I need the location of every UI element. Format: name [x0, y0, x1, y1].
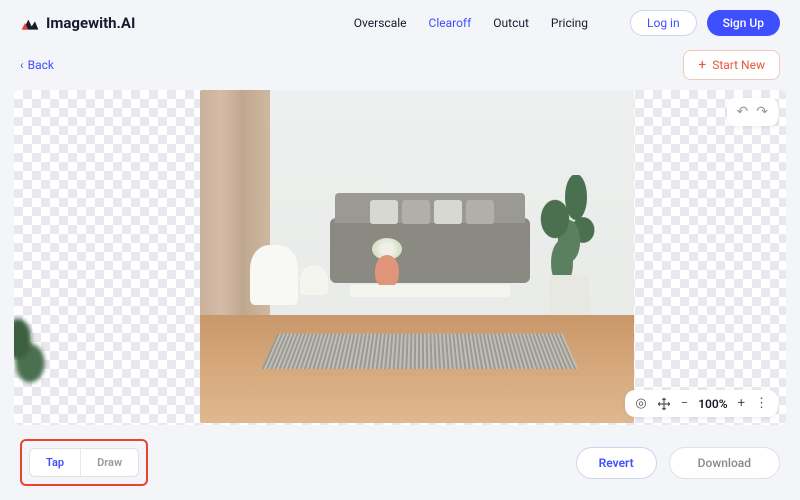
- zoom-in-button[interactable]: +: [738, 396, 745, 411]
- nav-outcut[interactable]: Outcut: [493, 16, 529, 30]
- subheader: ‹ Back + Start New: [0, 46, 800, 90]
- redo-icon[interactable]: ↷: [756, 104, 768, 120]
- start-new-label: Start New: [712, 58, 765, 72]
- image-preview[interactable]: [200, 90, 634, 423]
- eye-icon[interactable]: ◎: [635, 396, 646, 411]
- move-icon[interactable]: [657, 397, 671, 411]
- more-icon[interactable]: ⋮: [755, 396, 768, 411]
- nav-pricing[interactable]: Pricing: [551, 16, 588, 30]
- start-new-button[interactable]: + Start New: [683, 50, 780, 80]
- signup-button[interactable]: Sign Up: [707, 10, 780, 36]
- undo-icon[interactable]: ↶: [737, 104, 749, 120]
- bottom-bar: Tap Draw Revert Download: [0, 425, 800, 500]
- back-label: Back: [28, 58, 54, 72]
- foreground-plant: [14, 315, 54, 395]
- brand-name: Imagewith.AI: [46, 14, 135, 32]
- header: Imagewith.AI Overscale Clearoff Outcut P…: [0, 0, 800, 46]
- nav-overscale[interactable]: Overscale: [354, 16, 407, 30]
- mode-toggle: Tap Draw: [29, 448, 139, 477]
- zoom-toolbar: ◎ − 100% + ⋮: [625, 390, 778, 417]
- chevron-left-icon: ‹: [20, 58, 24, 72]
- zoom-value: 100%: [698, 397, 727, 411]
- zoom-out-button[interactable]: −: [681, 396, 688, 411]
- logo[interactable]: Imagewith.AI: [20, 13, 135, 33]
- nav-clearoff[interactable]: Clearoff: [429, 16, 472, 30]
- undo-redo-toolbar: ↶ ↷: [727, 98, 778, 126]
- auth-buttons: Log in Sign Up: [630, 10, 780, 36]
- mode-draw-button[interactable]: Draw: [81, 449, 138, 476]
- revert-button[interactable]: Revert: [576, 447, 657, 479]
- login-button[interactable]: Log in: [630, 10, 697, 36]
- back-link[interactable]: ‹ Back: [20, 58, 54, 72]
- mode-tap-button[interactable]: Tap: [30, 449, 81, 476]
- action-buttons: Revert Download: [576, 447, 780, 479]
- room-scene: [200, 90, 634, 423]
- canvas[interactable]: ↶ ↷ ◎ − 100% + ⋮: [14, 90, 786, 425]
- mode-toggle-highlight: Tap Draw: [20, 439, 148, 486]
- logo-icon: [20, 13, 40, 33]
- download-button[interactable]: Download: [669, 447, 780, 479]
- plus-icon: +: [698, 57, 706, 73]
- top-nav: Overscale Clearoff Outcut Pricing Log in…: [354, 10, 780, 36]
